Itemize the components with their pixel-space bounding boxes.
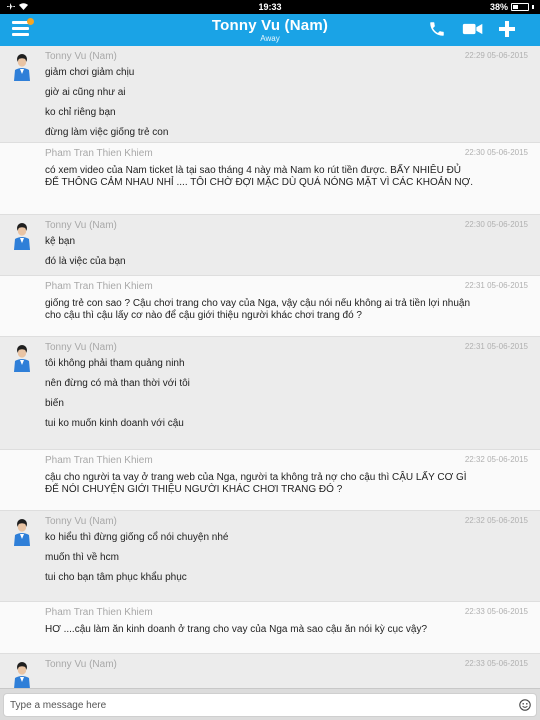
battery-level — [513, 5, 518, 9]
message-composer — [0, 688, 540, 720]
message-input[interactable] — [3, 693, 537, 717]
message-list[interactable]: Tonny Vu (Nam) 22:29 05-06-2015 giảm chơi … — [0, 46, 540, 688]
avatar[interactable] — [13, 53, 31, 81]
message-time: 22:32 05-06-2015 — [464, 516, 528, 525]
sender-name: Tonny Vu (Nam) — [45, 342, 117, 353]
message-text: đừng làm việc giống trẻ con — [45, 127, 169, 138]
battery-nub — [532, 5, 534, 9]
avatar[interactable] — [13, 661, 31, 688]
message-text: đó là việc của bạn — [45, 256, 126, 267]
message-time: 22:31 05-06-2015 — [464, 342, 528, 351]
message-text: ĐỂ NÓI CHUYỆN GIỚI THIỆU NGƯỜI KHÁC CHƠI… — [45, 484, 343, 495]
message-time: 22:31 05-06-2015 — [464, 281, 528, 290]
message-body: giống trẻ con sao ? Cậu chơi trang cho v… — [45, 298, 528, 322]
message-text: cho cậu thì cậu lấy cơ nào để cậu giới t… — [45, 310, 362, 321]
battery-percent: 38% — [489, 2, 508, 12]
message-group: Tonny Vu (Nam) 22:30 05-06-2015 kệ bạn đó l… — [0, 215, 540, 276]
message-body: kệ bạn đó là việc của bạn — [45, 236, 528, 276]
message-text: giờ ai cũng như ai — [45, 87, 126, 98]
sender-name: Tonny Vu (Nam) — [45, 51, 117, 62]
sender-name: Pham Tran Thien Khiem — [45, 455, 153, 466]
conversation-header: Tonny Vu (Nam) Away — [0, 14, 540, 46]
message-text: giảm chơi giảm chịu — [45, 67, 135, 78]
message-text: kệ bạn — [45, 236, 76, 247]
message-time: 22:30 05-06-2015 — [464, 148, 528, 157]
sender-name: Tonny Vu (Nam) — [45, 220, 117, 231]
plus-icon[interactable] — [498, 20, 516, 38]
avatar[interactable] — [13, 518, 31, 546]
chat-screen: 19:33 38% Tonny Vu (Nam) Away Tonny Vu (… — [0, 0, 540, 720]
avatar[interactable] — [13, 344, 31, 372]
message-group: Tonny Vu (Nam) 22:33 05-06-2015 — [0, 654, 540, 688]
sender-name: Tonny Vu (Nam) — [45, 659, 117, 670]
emoji-icon[interactable] — [519, 699, 531, 711]
avatar[interactable] — [13, 222, 31, 250]
message-body: cậu cho người ta vay ở trang web của Nga… — [45, 472, 528, 496]
message-text: cậu cho người ta vay ở trang web của Nga… — [45, 472, 467, 483]
sender-name: Pham Tran Thien Khiem — [45, 281, 153, 292]
battery-status: 38% — [490, 2, 534, 12]
message-text: muốn thì về hcm — [45, 552, 119, 563]
sender-name: Tonny Vu (Nam) — [45, 516, 117, 527]
message-text: biến — [45, 398, 64, 409]
contact-status: Away — [260, 34, 280, 43]
message-text: nên đừng có mà than thời với tôi — [45, 378, 190, 389]
message-time: 22:30 05-06-2015 — [464, 220, 528, 229]
message-text: ko chỉ riêng bạn — [45, 107, 116, 118]
sender-name: Pham Tran Thien Khiem — [45, 607, 153, 618]
message-time: 22:33 05-06-2015 — [464, 607, 528, 616]
message-group: Pham Tran Thien Khiem 22:30 05-06-2015 có … — [0, 143, 540, 215]
message-text: có xem video của Nam ticket là tại sao t… — [45, 165, 462, 176]
contact-name[interactable]: Tonny Vu (Nam) — [0, 17, 540, 34]
message-text: tui ko muốn kinh doanh với cậu — [45, 418, 184, 429]
message-text: tôi không phải tham quảng ninh — [45, 358, 185, 369]
message-time: 22:33 05-06-2015 — [464, 659, 528, 668]
message-body: HƠ ....cậu làm ăn kinh doanh ở trang cho… — [45, 624, 528, 636]
message-group: Tonny Vu (Nam) 22:32 05-06-2015 ko hiểu th… — [0, 511, 540, 602]
message-text: HƠ ....cậu làm ăn kinh doanh ở trang cho… — [45, 624, 428, 635]
message-body: ko hiểu thì đừng giống cổ nói chuyện nhé… — [45, 532, 528, 592]
video-camera-icon[interactable] — [462, 20, 484, 38]
message-time: 22:29 05-06-2015 — [464, 51, 528, 60]
message-body: giảm chơi giảm chịu giờ ai cũng như ai ko … — [45, 67, 528, 147]
phone-icon[interactable] — [428, 20, 446, 38]
message-text: tui cho bạn tâm phục khẩu phục — [45, 572, 187, 583]
message-group: Pham Tran Thien Khiem 22:31 05-06-2015 giố… — [0, 276, 540, 337]
message-text: giống trẻ con sao ? Cậu chơi trang cho v… — [45, 298, 471, 309]
clock: 19:33 — [258, 2, 282, 12]
message-text: ko hiểu thì đừng giống cổ nói chuyện nhé — [45, 532, 229, 543]
message-time: 22:32 05-06-2015 — [464, 455, 528, 464]
message-body: tôi không phải tham quảng ninh nên đừng c… — [45, 358, 528, 438]
sender-name: Pham Tran Thien Khiem — [45, 148, 153, 159]
status-bar: 19:33 38% — [0, 0, 540, 14]
message-group: Pham Tran Thien Khiem 22:33 05-06-2015 HƠ … — [0, 602, 540, 654]
message-body: có xem video của Nam ticket là tại sao t… — [45, 165, 528, 189]
message-group: Pham Tran Thien Khiem 22:32 05-06-2015 cậu… — [0, 450, 540, 511]
battery-icon — [511, 3, 529, 11]
message-group: Tonny Vu (Nam) 22:31 05-06-2015 tôi không … — [0, 337, 540, 450]
message-group: Tonny Vu (Nam) 22:29 05-06-2015 giảm chơi … — [0, 46, 540, 143]
message-text: ĐỂ THÔNG CẢM NHAU NHỈ .... TÔI CHỜ ĐỢI M… — [45, 177, 473, 188]
